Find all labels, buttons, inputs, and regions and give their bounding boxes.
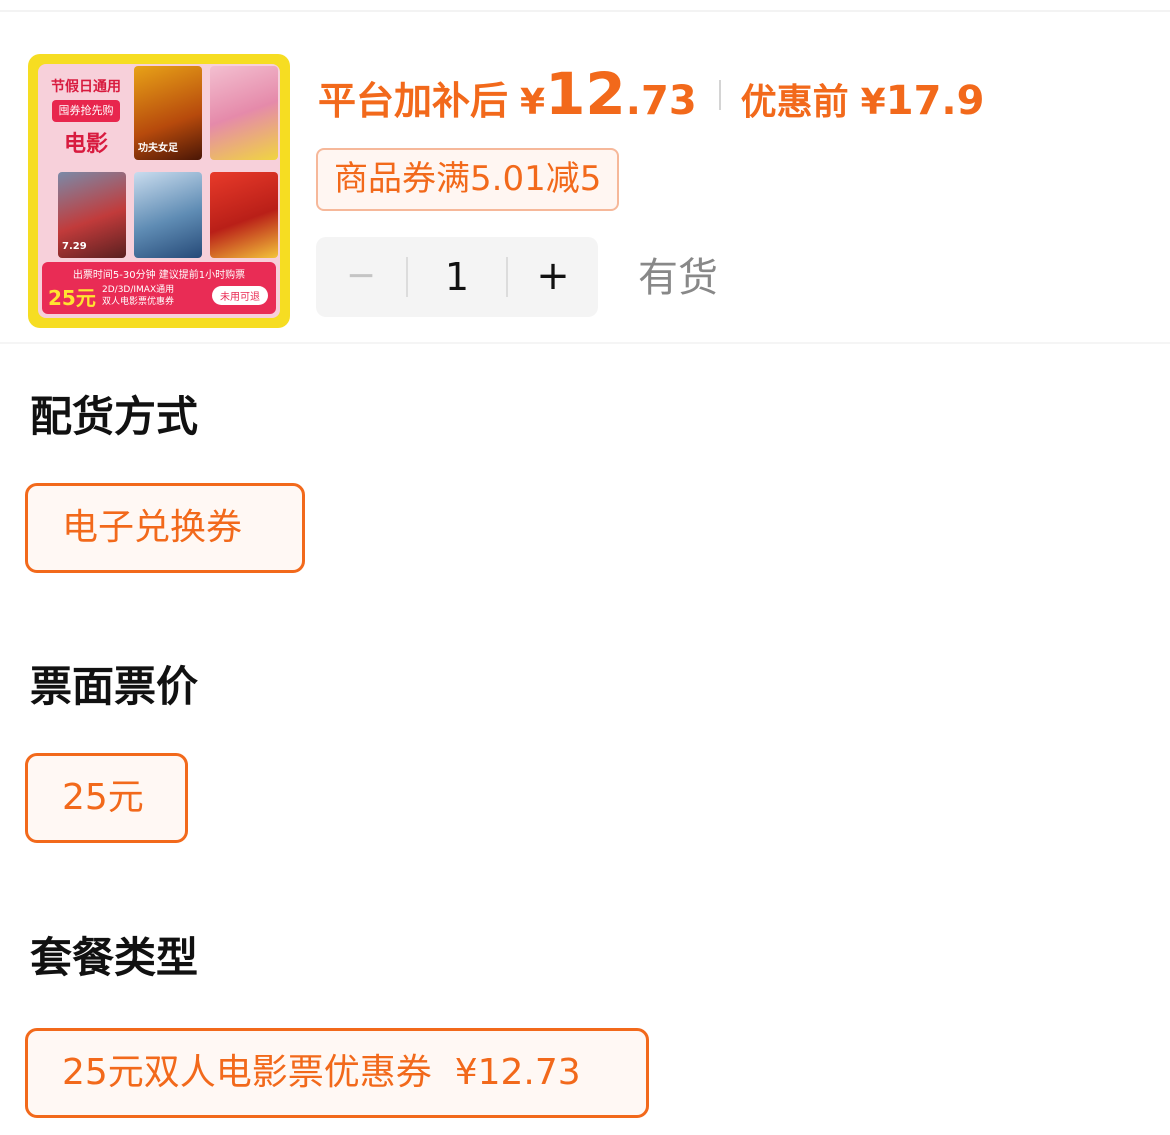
currency-symbol: ¥ [520, 82, 546, 123]
thumbnail-artwork: 节假日通用 囤券抢先购 电影 功夫女足 7.29 出票时间5-30分钟 建议提前… [38, 64, 280, 318]
poster-label: 7.29 [62, 241, 87, 252]
stock-status: 有货 [638, 255, 718, 301]
section-divider [0, 342, 1170, 344]
banner-desc-line2: 双人电影票优惠券 [102, 297, 175, 307]
thumbnail-banner: 出票时间5-30分钟 建议提前1小时购票 25元 2D/3D/IMAX通用 双人… [42, 262, 276, 314]
decrease-button[interactable]: − [316, 237, 406, 317]
original-price-label: 优惠前 [740, 82, 849, 123]
thumbnail-tag-line2: 囤券抢先购 [52, 100, 120, 122]
banner-price: 25元 [48, 286, 96, 310]
original-price: 17.9 [885, 78, 985, 124]
movie-poster: 7.29 [58, 172, 126, 258]
movie-poster [210, 172, 278, 258]
price-separator [718, 80, 721, 110]
delivery-option-e-voucher[interactable]: 电子兑换券 [25, 483, 305, 573]
face-value-title: 票面票价 [30, 662, 199, 711]
banner-refund-badge: 未用可退 [212, 286, 268, 305]
banner-notice: 出票时间5-30分钟 建议提前1小时购票 [72, 270, 246, 281]
movie-poster [134, 172, 202, 258]
quantity-input[interactable]: 1 [408, 237, 506, 317]
thumbnail-tag-line1: 节假日通用 [51, 79, 121, 95]
package-option-double-ticket[interactable]: 25元双人电影票优惠券 ¥12.73 [25, 1028, 649, 1118]
poster-label: 功夫女足 [138, 143, 178, 154]
thumbnail-tag: 节假日通用 囤券抢先购 电影 [46, 76, 126, 157]
product-summary: 节假日通用 囤券抢先购 电影 功夫女足 7.29 出票时间5-30分钟 建议提前… [0, 12, 1170, 342]
thumbnail-tag-line3: 电影 [63, 132, 108, 157]
delivery-method-title: 配货方式 [30, 392, 199, 441]
quantity-stepper: − 1 + [316, 237, 598, 317]
face-value-option-25[interactable]: 25元 [25, 753, 188, 843]
subsidized-price-label: 平台加补后 [318, 79, 509, 123]
increase-button[interactable]: + [508, 237, 598, 317]
package-type-title: 套餐类型 [30, 933, 199, 982]
movie-poster [210, 66, 278, 160]
movie-poster: 功夫女足 [134, 66, 202, 160]
product-thumbnail[interactable]: 节假日通用 囤券抢先购 电影 功夫女足 7.29 出票时间5-30分钟 建议提前… [28, 54, 290, 328]
price-decimal: .73 [625, 78, 697, 124]
price-line: 平台加补后 ¥ 12 .73 优惠前 ¥ 17.9 [318, 60, 984, 130]
original-currency-symbol: ¥ [860, 82, 886, 123]
banner-description: 2D/3D/IMAX通用 双人电影票优惠券 [102, 284, 174, 308]
coupon-badge[interactable]: 商品券满5.01减5 [316, 148, 620, 211]
banner-desc-line1: 2D/3D/IMAX通用 [102, 285, 175, 295]
price-integer: 12 [545, 60, 626, 128]
